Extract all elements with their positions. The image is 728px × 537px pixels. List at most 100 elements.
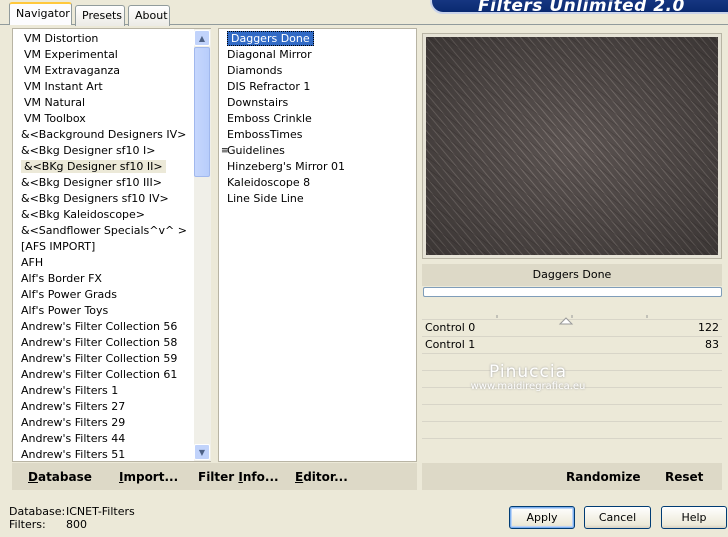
category-item[interactable]: Alf's Power Toys [21,303,108,319]
database-button[interactable]: Database [28,470,92,484]
category-item[interactable]: VM Extravaganza [24,63,120,79]
scroll-down-icon[interactable]: ▼ [194,444,210,460]
category-item-label: &<Sandflower Specials^v^ > [21,224,187,237]
category-item[interactable]: &<Background Designers IV> [21,127,186,143]
watermark-url: www.maidiregrafica.eu [470,381,586,392]
category-item-label: VM Extravaganza [24,64,121,77]
category-item[interactable]: VM Experimental [24,47,118,63]
category-item[interactable]: Andrew's Filters 51 [21,447,125,463]
filter-item[interactable]: Kaleidoscope 8 [227,175,310,191]
category-item-label: &<Bkg Designer sf10 III> [21,176,163,189]
category-item[interactable]: VM Instant Art [24,79,103,95]
category-item-label: Andrew's Filters 27 [21,400,126,413]
empty-control-row [422,421,722,437]
category-item[interactable]: &<BKg Designer sf10 II> [21,159,166,175]
slider-track[interactable] [422,315,722,325]
control-label: Control 1 [425,338,476,351]
filter-item-label: Downstairs [227,96,289,109]
filter-item[interactable]: Daggers Done [227,31,314,47]
editor-button[interactable]: Editor... [295,470,348,484]
apply-button[interactable]: Apply [509,506,575,529]
category-item[interactable]: Andrew's Filters 29 [21,415,125,431]
filter-item[interactable]: Downstairs [227,95,288,111]
watermark: Pinuccia www.maidiregrafica.eu [458,362,598,392]
cancel-button[interactable]: Cancel [584,506,651,529]
category-item[interactable]: &<Bkg Designer sf10 III> [21,175,162,191]
app-title: Filters Unlimited 2.0 [478,0,685,16]
tab-about[interactable]: About [128,5,170,26]
category-item[interactable]: AFH [21,255,43,271]
category-item-label: &<Bkg Designers sf10 IV> [21,192,169,205]
right-button-strip: Randomize Reset [422,463,722,490]
category-item-label: Alf's Border FX [21,272,102,285]
category-item[interactable]: &<Bkg Kaleidoscope> [21,207,145,223]
category-item-label: Andrew's Filters 44 [21,432,126,445]
category-item[interactable]: Andrew's Filter Collection 61 [21,367,177,383]
filter-item-label: Kaleidoscope 8 [227,176,311,189]
category-item[interactable]: VM Distortion [24,31,98,47]
filter-item[interactable]: Diagonal Mirror [227,47,312,63]
scroll-thumb[interactable] [194,47,210,177]
empty-control-row [422,404,722,420]
splitter-grip-icon[interactable]: ≡ [221,143,229,159]
tab-presets[interactable]: Presets [75,5,125,26]
category-item[interactable]: &<Bkg Designer sf10 I> [21,143,156,159]
title-banner: Filters Unlimited 2.0 [430,0,728,16]
category-item-label: Andrew's Filters 1 [21,384,119,397]
category-item[interactable]: &<Bkg Designers sf10 IV> [21,191,169,207]
category-item[interactable]: Andrew's Filters 44 [21,431,125,447]
category-item[interactable]: &<Sandflower Specials^v^ > [21,223,187,239]
filter-item[interactable]: Guidelines [227,143,285,159]
selected-filter-label: Daggers Done [422,264,722,286]
filter-info-button[interactable]: Filter Info... [198,470,279,484]
filter-list[interactable]: Daggers Done Diagonal Mirror Diamonds DIS R… [218,28,417,462]
category-item-label: [AFS IMPORT] [21,240,96,253]
filter-item[interactable]: Diamonds [227,63,282,79]
filter-item-label: Guidelines [227,144,285,157]
category-scrollbar[interactable]: ▲ ▼ [194,29,211,461]
category-item-label: VM Distortion [24,32,99,45]
category-item-label: VM Instant Art [24,80,103,93]
filter-item[interactable]: Hinzeberg's Mirror 01 [227,159,345,175]
filter-item-label: DIS Refractor 1 [227,80,311,93]
import-button[interactable]: Import... [119,470,178,484]
category-item[interactable]: Alf's Border FX [21,271,102,287]
category-item-label: VM Experimental [24,48,118,61]
category-list[interactable]: VM Distortion VM Experimental VM Extravaga… [12,28,211,462]
database-status-value: ICNET-Filters [66,505,135,518]
reset-button[interactable]: Reset [665,470,703,484]
filter-item-label: Emboss Crinkle [227,112,312,125]
progress-bar [423,287,722,297]
category-item[interactable]: VM Natural [24,95,85,111]
scroll-up-icon[interactable]: ▲ [194,30,210,46]
category-item-label: Andrew's Filter Collection 56 [21,320,178,333]
filters-status-value: 800 [66,518,87,531]
category-item-label: VM Toolbox [24,112,86,125]
randomize-button[interactable]: Randomize [566,470,640,484]
category-item[interactable]: Andrew's Filter Collection 56 [21,319,177,335]
filter-item[interactable]: Emboss Crinkle [227,111,312,127]
category-item[interactable]: VM Toolbox [24,111,86,127]
category-item-label: &<BKg Designer sf10 II> [21,160,166,173]
category-item[interactable]: [AFS IMPORT] [21,239,95,255]
filter-item-label: Hinzeberg's Mirror 01 [227,160,346,173]
category-item[interactable]: Andrew's Filters 1 [21,383,118,399]
category-item[interactable]: Alf's Power Grads [21,287,117,303]
filter-item-label: Daggers Done [227,31,314,46]
filter-item[interactable]: DIS Refractor 1 [227,79,310,95]
filter-item[interactable]: EmbossTimes [227,127,303,143]
category-item[interactable]: Andrew's Filters 27 [21,399,125,415]
category-item-label: VM Natural [24,96,86,109]
category-item-label: &<Bkg Designer sf10 I> [21,144,156,157]
category-item[interactable]: Andrew's Filter Collection 58 [21,335,177,351]
control-row[interactable]: Control 1 83 [422,336,722,352]
category-item[interactable]: Andrew's Filter Collection 59 [21,351,177,367]
category-item-label: AFH [21,256,44,269]
tab-navigator[interactable]: Navigator [9,2,72,25]
left-button-strip: Database Import... Filter Info... Editor… [12,463,417,490]
category-item-label: Andrew's Filter Collection 61 [21,368,178,381]
category-item-label: Andrew's Filters 29 [21,416,126,429]
category-item-label: Alf's Power Grads [21,288,117,301]
help-button[interactable]: Help [661,506,727,529]
filter-item[interactable]: Line Side Line [227,191,304,207]
